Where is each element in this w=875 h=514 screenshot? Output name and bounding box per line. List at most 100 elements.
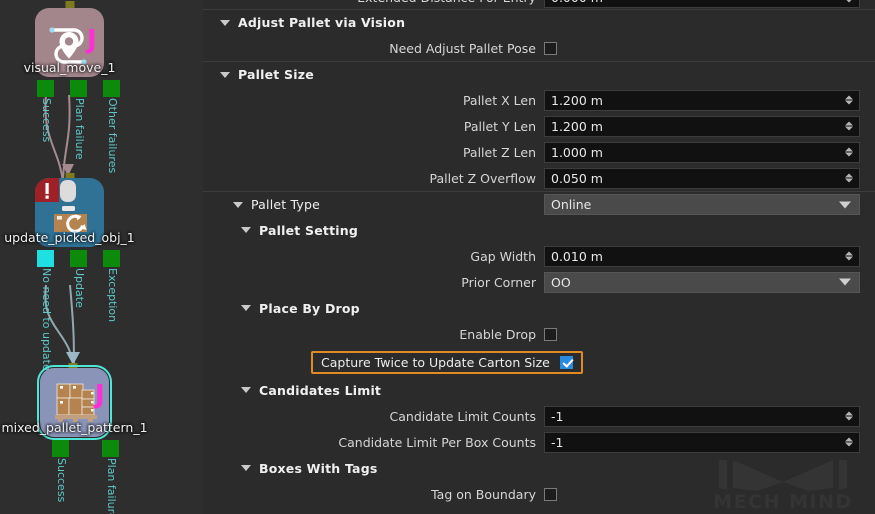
port-success[interactable] [52, 440, 69, 457]
spinner-icon[interactable] [845, 173, 853, 183]
node-title: mixed_pallet_pattern_1 [1, 420, 148, 435]
capture-twice-to-update-carton-size-checkbox[interactable] [559, 355, 573, 369]
chevron-down-icon[interactable] [233, 201, 243, 208]
field-value: 1.200 m [551, 92, 603, 108]
section-title: Pallet Setting [259, 222, 358, 238]
field-label: Enable Drop [459, 326, 536, 342]
row-extended-distance-for-entry[interactable]: Extended Distance For Entry 0.000 m [203, 0, 875, 8]
field-label: Extended Distance For Entry [203, 0, 544, 5]
section-boxes-with-tags[interactable]: Boxes With Tags [203, 455, 875, 481]
spinner-icon[interactable] [845, 147, 853, 157]
section-pallet-setting[interactable]: Pallet Setting [203, 217, 875, 243]
chevron-down-icon[interactable] [220, 19, 230, 26]
chevron-down-icon[interactable] [839, 278, 851, 286]
field-value: -1 [551, 434, 564, 450]
field-label: Prior Corner [461, 274, 536, 290]
port-label: Plan failure [73, 98, 86, 160]
dropdown-value: Online [551, 197, 592, 212]
node-output-ports[interactable]: No need to update Update Exception [37, 250, 120, 371]
section-title: Adjust Pallet via Vision [238, 15, 406, 30]
enable-drop-checkbox[interactable] [544, 327, 557, 341]
chevron-down-icon[interactable] [241, 305, 251, 311]
section-place-by-drop[interactable]: Place By Drop [203, 295, 875, 321]
section-candidates-limit[interactable]: Candidates Limit [203, 377, 875, 403]
node-output-ports[interactable]: Success Plan failure Other failures [37, 80, 120, 173]
property-panel[interactable]: MECH MIND Extended Distance For Entry 0.… [203, 0, 875, 514]
gap-width-input[interactable]: 0.010 m [544, 245, 860, 267]
field-label: Candidate Limit Per Box Counts [338, 434, 536, 450]
port-plan-failure[interactable] [70, 80, 87, 97]
port-success[interactable] [37, 80, 54, 97]
section-title: Place By Drop [259, 300, 360, 316]
chevron-down-icon[interactable] [220, 71, 230, 78]
tag-on-boundary-checkbox[interactable] [544, 487, 557, 501]
row-need-adjust-pallet-pose[interactable]: Need Adjust Pallet Pose [203, 35, 875, 61]
spinner-icon[interactable] [845, 251, 853, 261]
pallet-z-len-input[interactable]: 1.000 m [544, 141, 860, 163]
spinner-icon[interactable] [845, 0, 853, 2]
field-label: Pallet X Len [462, 92, 536, 108]
section-title: Candidates Limit [259, 382, 382, 398]
node-title: update_picked_obj_1 [4, 230, 135, 245]
row-pallet-z-len[interactable]: Pallet Z Len 1.000 m [203, 139, 875, 165]
field-value: 0.010 m [551, 248, 603, 264]
pallet-type-dropdown[interactable]: Online [544, 194, 860, 215]
row-capture-twice-to-update-carton-size[interactable]: Capture Twice to Update Carton Size [203, 347, 875, 377]
candidate-limit-counts-input[interactable]: -1 [544, 405, 860, 427]
field-value: -1 [551, 408, 564, 424]
port-other-failures[interactable] [103, 80, 120, 97]
spinner-icon[interactable] [845, 121, 853, 131]
port-no-need-to-update[interactable] [37, 250, 54, 267]
candidate-limit-per-box-counts-input[interactable]: -1 [544, 431, 860, 453]
port-label: Exception [106, 268, 119, 323]
field-label: Pallet Z Len [462, 144, 536, 160]
section-adjust-pallet-via-vision[interactable]: Adjust Pallet via Vision [203, 9, 875, 35]
row-pallet-x-len[interactable]: Pallet X Len 1.200 m [203, 87, 875, 113]
port-label: Success [55, 458, 68, 503]
graph-node-update-picked-obj-1[interactable]: update_picked_obj_1 No need to update Up… [4, 164, 135, 371]
pallet-z-overflow-input[interactable]: 0.050 m [544, 167, 860, 189]
field-label: Capture Twice to Update Carton Size [321, 354, 550, 370]
row-prior-corner[interactable]: Prior Corner OO [203, 269, 875, 295]
field-value: 0.000 m [551, 0, 603, 5]
chevron-down-icon[interactable] [241, 387, 251, 393]
row-candidate-limit-per-box-counts[interactable]: Candidate Limit Per Box Counts -1 [203, 429, 875, 455]
section-pallet-type[interactable]: Pallet Type Online [203, 191, 875, 217]
section-pallet-size[interactable]: Pallet Size [203, 61, 875, 87]
dropdown-value: OO [551, 274, 571, 290]
chevron-down-icon[interactable] [241, 465, 251, 471]
spinner-icon[interactable] [845, 411, 853, 421]
prior-corner-dropdown[interactable]: OO [544, 271, 860, 293]
port-update[interactable] [70, 250, 87, 267]
node-output-ports[interactable]: Success Plan failure [52, 440, 119, 514]
port-plan-failure[interactable] [102, 440, 119, 457]
graph-node-visual-move-1[interactable]: J visual_move_1 Success Plan failure Oth… [24, 1, 120, 173]
field-value: 0.050 m [551, 170, 603, 186]
node-title: visual_move_1 [23, 60, 116, 75]
graph-node-mixed-pallet-pattern-1[interactable]: J mixed_pallet_pattern_1 Success Plan fa… [1, 352, 148, 514]
pallet-x-len-input[interactable]: 1.200 m [544, 89, 860, 111]
node-graph-canvas[interactable]: J visual_move_1 Success Plan failure Oth… [0, 0, 203, 514]
capture-twice-highlight-box[interactable]: Capture Twice to Update Carton Size [311, 350, 583, 374]
chevron-down-icon[interactable] [839, 201, 851, 208]
row-gap-width[interactable]: Gap Width 0.010 m [203, 243, 875, 269]
field-label: Gap Width [470, 248, 536, 264]
port-label: No need to update [40, 268, 53, 371]
row-pallet-z-overflow[interactable]: Pallet Z Overflow 0.050 m [203, 165, 875, 191]
row-pallet-y-len[interactable]: Pallet Y Len 1.200 m [203, 113, 875, 139]
port-label: Other failures [106, 98, 119, 174]
row-enable-drop[interactable]: Enable Drop [203, 321, 875, 347]
chevron-down-icon[interactable] [241, 227, 251, 233]
spinner-icon[interactable] [845, 437, 853, 447]
pallet-y-len-input[interactable]: 1.200 m [544, 115, 860, 137]
spinner-icon[interactable] [845, 95, 853, 105]
row-tag-on-boundary[interactable]: Tag on Boundary [203, 481, 875, 507]
port-label: Success [40, 98, 53, 143]
need-adjust-pallet-pose-checkbox[interactable] [544, 41, 557, 55]
svg-text:J: J [93, 380, 105, 410]
row-candidate-limit-counts[interactable]: Candidate Limit Counts -1 [203, 403, 875, 429]
field-label: Tag on Boundary [431, 486, 536, 502]
port-exception[interactable] [103, 250, 120, 267]
extended-distance-for-entry-input[interactable]: 0.000 m [544, 0, 860, 8]
port-label: Update [73, 268, 86, 308]
